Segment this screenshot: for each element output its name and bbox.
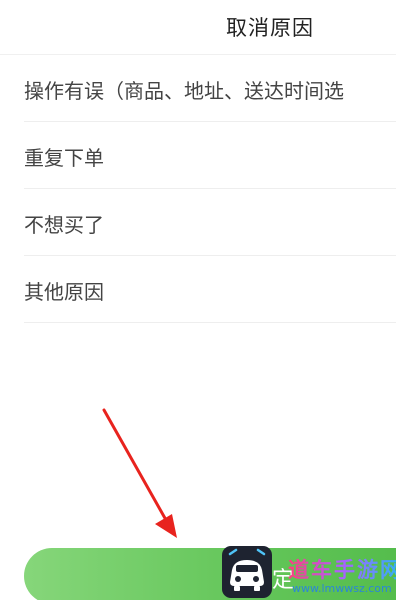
watermark-text: 道车手游网 [288, 554, 396, 584]
watermark: 道车手游网 www.lmwwsz.com [222, 546, 396, 600]
watermark-url: www.lmwwsz.com [292, 582, 392, 595]
car-logo-icon [222, 546, 272, 598]
red-arrow-icon [102, 408, 177, 538]
cancel-order-page: 取消原因 操作有误（商品、地址、送达时间选 重复下单 不想买了 其他原因 定 道… [0, 0, 396, 600]
